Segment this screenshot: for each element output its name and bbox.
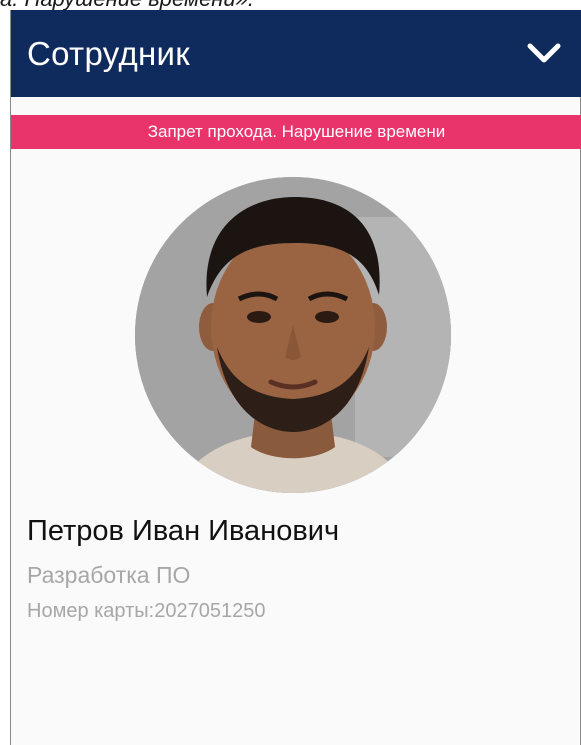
- access-denied-banner: Запрет прохода. Нарушение времени: [11, 115, 581, 149]
- employee-name: Петров Иван Иванович: [27, 515, 340, 547]
- card-number: Номер карты:2027051250: [27, 600, 266, 622]
- employee-photo: [135, 177, 451, 493]
- employee-screen: Сотрудник Запрет прохода. Нарушение врем…: [10, 10, 581, 745]
- page-title: Сотрудник: [27, 34, 191, 72]
- document-caption: а. Нарушение времени».: [0, 0, 581, 10]
- chevron-down-icon[interactable]: [518, 28, 570, 80]
- caption-text: а. Нарушение времени».: [0, 0, 254, 10]
- employee-department: Разработка ПО: [27, 562, 191, 588]
- alert-text: Запрет прохода. Нарушение времени: [147, 122, 446, 141]
- avatar: [135, 177, 451, 493]
- app-bar: Сотрудник: [11, 10, 581, 97]
